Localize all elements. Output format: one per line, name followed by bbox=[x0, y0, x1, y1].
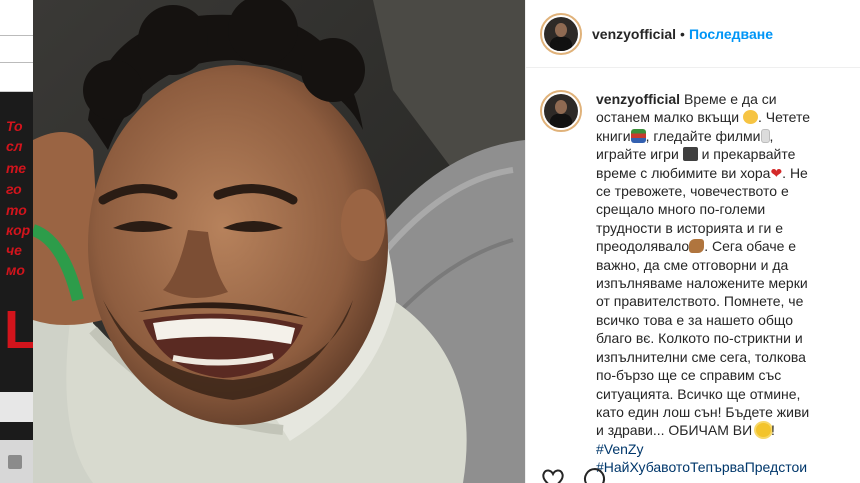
post-header: venzyofficial • Последване bbox=[526, 0, 860, 68]
caption-segment: ! bbox=[771, 422, 775, 439]
background-band bbox=[0, 392, 33, 422]
film-emoji-icon bbox=[760, 128, 770, 143]
caption-segment: . Сега обаче е важно, да сме отговорни и… bbox=[596, 238, 810, 439]
laptop-emoji-icon bbox=[682, 147, 698, 162]
caption-text: venzyofficial Време е да си останем малко… bbox=[596, 90, 814, 477]
post-photo[interactable] bbox=[33, 0, 525, 483]
background-red-letter: L bbox=[4, 300, 33, 360]
background-red-text: То bbox=[6, 118, 23, 134]
books-emoji-icon bbox=[630, 128, 646, 143]
background-red-text: кор bbox=[6, 222, 31, 238]
background-red-text: че bbox=[6, 242, 22, 258]
hashtag-link[interactable]: #НайХубавотоТепърваПредстои bbox=[596, 459, 807, 475]
background-red-text: мо bbox=[6, 262, 25, 278]
flexed-biceps-emoji-icon bbox=[689, 239, 705, 254]
post-actions bbox=[540, 466, 608, 483]
caption-segment: , гледайте филми bbox=[645, 127, 761, 144]
heart-emoji-icon: ❤ bbox=[770, 164, 783, 181]
header-text: venzyofficial • Последване bbox=[592, 25, 773, 43]
divider bbox=[0, 62, 33, 63]
background-header bbox=[0, 0, 33, 92]
comment-icon[interactable] bbox=[582, 466, 608, 483]
sun-emoji-icon bbox=[756, 423, 772, 438]
caption-username-link[interactable]: venzyofficial bbox=[596, 91, 680, 107]
background-red-text: го bbox=[6, 181, 22, 197]
avatar[interactable] bbox=[540, 90, 582, 132]
follow-button[interactable]: Последване bbox=[689, 26, 773, 42]
background-red-text: те bbox=[6, 160, 27, 176]
background-icon bbox=[8, 455, 22, 469]
selfie-illustration bbox=[33, 0, 525, 483]
separator-dot: • bbox=[680, 25, 685, 42]
caption-comment: venzyofficial Време е да си останем малко… bbox=[540, 90, 855, 477]
background-red-text: то bbox=[6, 202, 27, 218]
divider bbox=[0, 35, 33, 36]
username-link[interactable]: venzyofficial bbox=[592, 26, 676, 42]
grinning-face-emoji-icon bbox=[742, 110, 758, 125]
background-page-strip: То сл те го то кор че мо L bbox=[0, 0, 33, 483]
background-red-text: сл bbox=[6, 138, 23, 154]
hashtag-link[interactable]: #VenZy bbox=[596, 441, 643, 457]
heart-outline-icon[interactable] bbox=[540, 466, 566, 483]
post-side-panel: venzyofficial • Последване venzyofficial Вр… bbox=[525, 0, 860, 483]
avatar[interactable] bbox=[540, 12, 582, 55]
